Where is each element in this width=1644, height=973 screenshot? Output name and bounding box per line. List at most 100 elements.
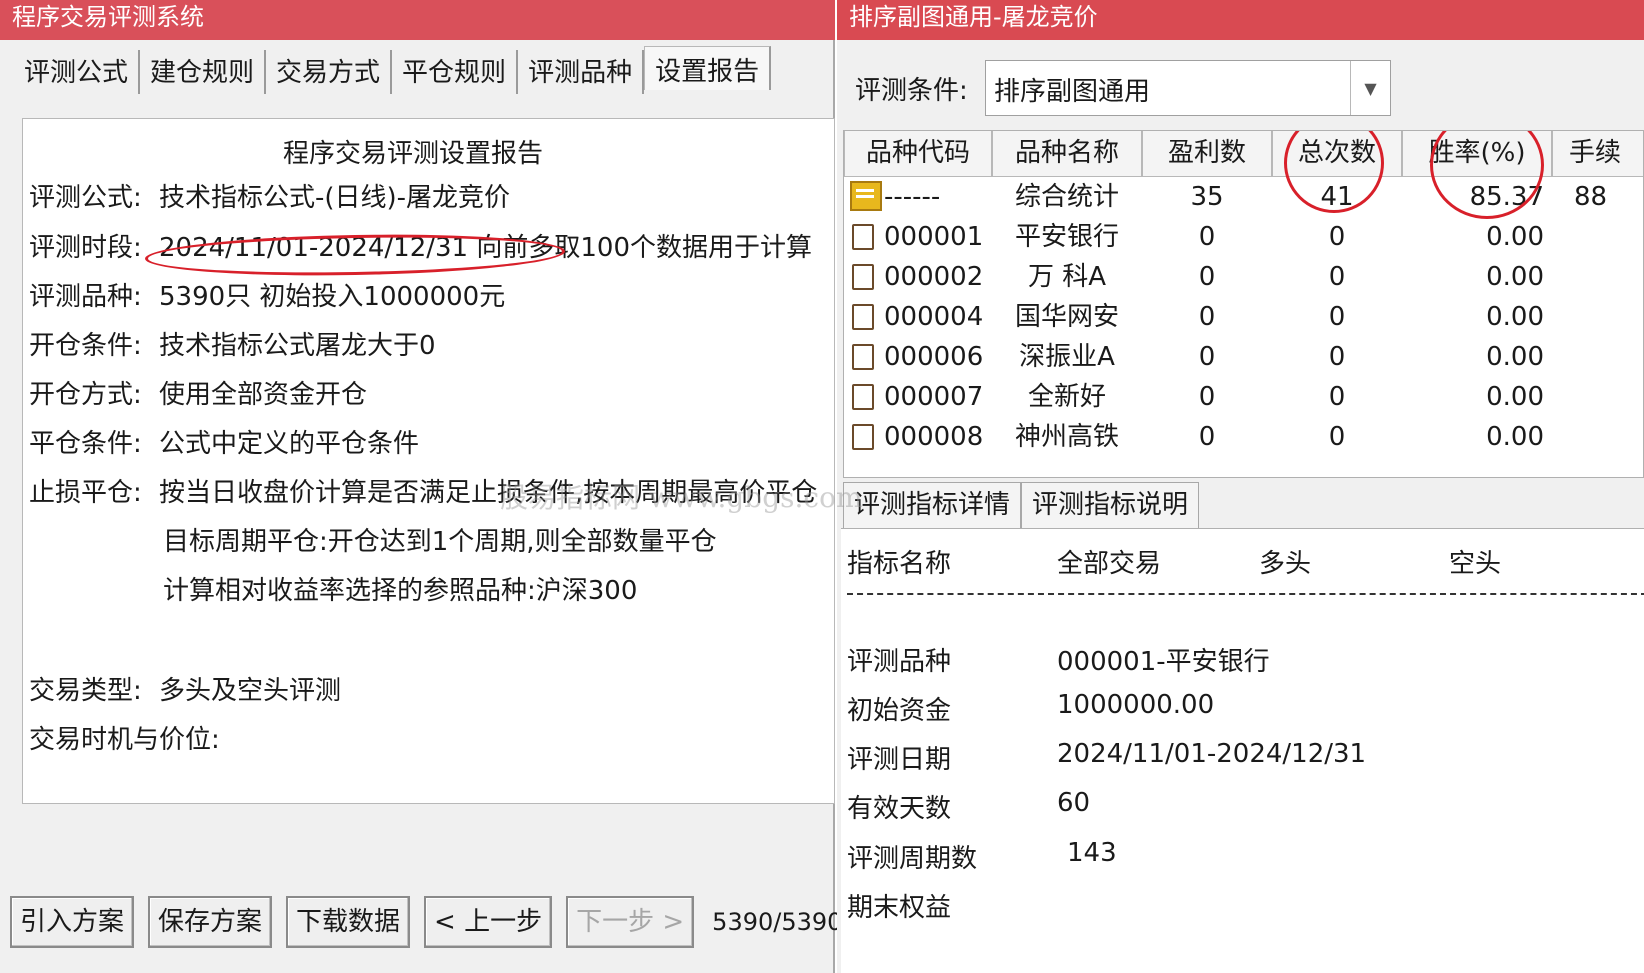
config-tabs: 评测公式 建仓规则 交易方式 平仓规则 评测品种 设置报告 <box>14 46 772 96</box>
save-plan-button[interactable]: 保存方案 <box>148 896 273 948</box>
trade-type-label: 交易类型: <box>29 676 142 706</box>
detail-header-short: 空头 <box>1449 549 1502 579</box>
report-close-condition: 平仓条件: 公式中定义的平仓条件 <box>29 423 419 460</box>
document-icon <box>852 344 874 370</box>
tab-varieties[interactable]: 评测品种 <box>518 50 645 94</box>
cell-win-rate: 0.00 <box>1486 342 1544 372</box>
tab-metric-details[interactable]: 评测指标详情 <box>843 482 1022 528</box>
detail-header-long: 多头 <box>1259 549 1312 579</box>
report-varieties: 评测品种: 5390只 初始投入1000000元 <box>29 276 505 313</box>
tab-close-rules[interactable]: 平仓规则 <box>392 50 519 94</box>
cell-code: 000001 <box>884 222 984 252</box>
detail-value: 000001-平安银行 <box>1057 647 1270 677</box>
download-data-button[interactable]: 下载数据 <box>286 896 411 948</box>
open-method-label: 开仓方式: <box>29 380 142 410</box>
cell-name: 全新好 <box>1027 382 1106 412</box>
tab-report[interactable]: 设置报告 <box>644 46 772 90</box>
condition-row: 评测条件: 排序副图通用 ▼ <box>855 60 1391 116</box>
cell-code: 000006 <box>884 342 984 372</box>
open-condition-label: 开仓条件: <box>29 331 142 361</box>
condition-value: 排序副图通用 <box>994 77 1151 107</box>
period-value: 2024/11/01-2024/12/31 向前多取100个数据用于计算 <box>159 233 812 263</box>
tab-open-rules[interactable]: 建仓规则 <box>140 50 267 94</box>
settings-report-panel: 程序交易评测设置报告 评测公式: 技术指标公式-(日线)-屠龙竞价 评测时段: 20… <box>22 118 835 804</box>
col-win-rate[interactable]: 胜率(%) <box>1402 131 1552 177</box>
report-period: 评测时段: 2024/11/01-2024/12/31 向前多取100个数据用于计… <box>29 227 812 264</box>
detail-value: 60 <box>1057 788 1091 818</box>
condition-select[interactable]: 排序副图通用 ▼ <box>985 60 1391 116</box>
table-header: 品种代码 品种名称 盈利数 总次数 胜率(%) 手续 <box>844 131 1643 177</box>
next-step-button[interactable]: 下一步 > <box>566 896 695 948</box>
results-table: 品种代码 品种名称 盈利数 总次数 胜率(%) 手续 ------ 综合统计 3… <box>843 130 1644 478</box>
report-target-close: 目标周期平仓:开仓达到1个周期,则全部数量平仓 <box>163 527 717 557</box>
detail-value: 2024/11/01-2024/12/31 <box>1057 739 1367 769</box>
col-fee[interactable]: 手续 <box>1552 131 1643 177</box>
detail-header-name: 指标名称 <box>847 549 952 579</box>
report-benchmark: 计算相对收益率选择的参照品种:沪深300 <box>163 576 638 606</box>
cell-total: 0 <box>1328 342 1346 372</box>
cell-win-rate: 0.00 <box>1486 382 1544 412</box>
open-condition-value: 技术指标公式屠龙大于0 <box>159 331 436 361</box>
stop-loss-value: 按当日收盘价计算是否满足止损条件,按本周期最高价平仓 <box>159 478 818 508</box>
document-icon <box>852 224 874 250</box>
cell-profit: 0 <box>1198 342 1216 372</box>
cell-code: 000004 <box>884 302 984 332</box>
report-trade-type: 交易类型: 多头及空头评测 <box>29 670 341 707</box>
col-name[interactable]: 品种名称 <box>992 131 1142 177</box>
document-icon <box>852 424 874 450</box>
detail-label: 期末权益 <box>847 893 952 923</box>
detail-label: 评测日期 <box>847 745 952 775</box>
col-profit[interactable]: 盈利数 <box>1142 131 1272 177</box>
timing-label: 交易时机与价位: <box>29 725 220 755</box>
cell-win-rate: 0.00 <box>1486 422 1544 452</box>
detail-value: 143 <box>1067 838 1117 868</box>
ranking-result-window: 排序副图通用-屠龙竞价 评测条件: 排序副图通用 ▼ 品种代码 品种名称 盈利数… <box>837 0 1644 973</box>
cell-code: 000002 <box>884 262 984 292</box>
col-code[interactable]: 品种代码 <box>844 131 992 177</box>
progress-count: 5390/5390 <box>712 908 843 936</box>
metric-detail-panel: 指标名称 全部交易 多头 空头 评测品种 000001-平安银行 初始资金 10… <box>841 528 1644 973</box>
detail-label: 有效天数 <box>847 794 952 824</box>
chevron-down-icon[interactable]: ▼ <box>1350 61 1390 115</box>
cell-total: 0 <box>1328 302 1346 332</box>
cell-total: 0 <box>1328 382 1346 412</box>
folder-icon <box>850 181 882 211</box>
close-condition-value: 公式中定义的平仓条件 <box>159 429 420 459</box>
col-total[interactable]: 总次数 <box>1272 131 1402 177</box>
cell-profit: 0 <box>1198 422 1216 452</box>
cell-name: 平安银行 <box>1014 222 1119 252</box>
formula-value: 技术指标公式-(日线)-屠龙竞价 <box>159 183 511 213</box>
formula-label: 评测公式: <box>29 183 142 213</box>
import-plan-button[interactable]: 引入方案 <box>10 896 135 948</box>
tab-formula[interactable]: 评测公式 <box>14 50 141 94</box>
document-icon <box>852 264 874 290</box>
cell-total: 41 <box>1320 182 1354 212</box>
detail-label: 初始资金 <box>847 696 952 726</box>
tab-metric-description[interactable]: 评测指标说明 <box>1021 482 1200 528</box>
cell-profit: 0 <box>1198 222 1216 252</box>
cell-code: ------ <box>884 182 941 212</box>
cell-profit: 0 <box>1198 382 1216 412</box>
cell-total: 0 <box>1328 422 1346 452</box>
cell-profit: 0 <box>1198 262 1216 292</box>
cell-total: 0 <box>1328 262 1346 292</box>
report-open-method: 开仓方式: 使用全部资金开仓 <box>29 374 367 411</box>
prev-step-button[interactable]: < 上一步 <box>424 896 553 948</box>
varieties-value: 5390只 初始投入1000000元 <box>159 282 506 312</box>
detail-value: 1000000.00 <box>1057 690 1215 720</box>
cell-win-rate: 85.37 <box>1469 182 1544 212</box>
cell-profit: 0 <box>1198 302 1216 332</box>
cell-win-rate: 0.00 <box>1486 222 1544 252</box>
window-title: 程序交易评测系统 <box>0 0 835 40</box>
cell-win-rate: 0.00 <box>1486 302 1544 332</box>
cell-name: 神州高铁 <box>1014 422 1119 452</box>
cell-name: 深振业A <box>1019 342 1115 372</box>
tab-trade-method[interactable]: 交易方式 <box>266 50 393 94</box>
cell-total: 0 <box>1328 222 1346 252</box>
period-label: 评测时段: <box>29 233 142 263</box>
report-open-condition: 开仓条件: 技术指标公式屠龙大于0 <box>29 325 436 362</box>
report-title: 程序交易评测设置报告 <box>282 139 543 169</box>
detail-label: 评测品种 <box>847 647 952 677</box>
cell-fee: 88 <box>1574 182 1608 212</box>
detail-header-all: 全部交易 <box>1057 549 1162 579</box>
